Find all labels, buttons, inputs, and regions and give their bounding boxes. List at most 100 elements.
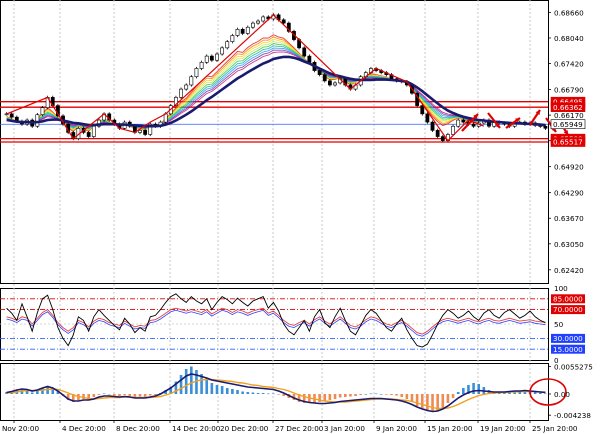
candle-body <box>425 113 430 123</box>
candle-body <box>143 130 148 135</box>
x-tick-label: Nov 20:00 <box>2 424 39 433</box>
macd-histogram-bar <box>205 378 209 394</box>
candle-body <box>40 107 45 115</box>
macd-histogram-bar <box>323 394 327 401</box>
x-tick-label: 9 Jan 20:00 <box>376 424 417 433</box>
candle-body <box>420 105 425 115</box>
osc-tick-label: 100 <box>554 284 568 293</box>
macd-histogram-bar <box>179 375 183 394</box>
candle-body <box>240 28 245 34</box>
y-tick-label: 0.63670 <box>554 214 584 223</box>
macd-histogram-bar <box>385 394 388 395</box>
y-tick-label: 0.68040 <box>554 34 584 43</box>
x-tick-label: 4 Dec 20:00 <box>62 424 106 433</box>
candle-body <box>86 132 91 137</box>
price-label-text: 0.65949 <box>553 120 583 129</box>
macd-histogram-bar <box>343 394 347 397</box>
macd-histogram-bar <box>374 393 378 395</box>
oscillator-panel <box>0 293 548 350</box>
candle-body <box>245 26 250 34</box>
candle-body <box>543 125 548 129</box>
macd-histogram-bar <box>118 394 121 396</box>
candle-body <box>451 125 455 135</box>
y-tick-label: 0.66790 <box>554 86 584 95</box>
macd-histogram-bar <box>128 394 132 396</box>
macd-histogram-bar <box>241 391 244 394</box>
candle-body <box>225 41 230 49</box>
macd-histogram-bar <box>138 394 142 397</box>
candle-body <box>35 114 40 127</box>
y-tick-label: 0.66170 <box>554 111 584 120</box>
macd-histogram-bar <box>456 392 460 394</box>
macd-histogram-bar <box>277 394 280 395</box>
candle-body <box>230 35 235 42</box>
macd-histogram-bar <box>210 383 214 394</box>
x-tick-label: 19 Jan 20:00 <box>480 424 526 433</box>
candle-body <box>461 119 466 123</box>
macd-tick-label: -0.004238 <box>554 411 591 420</box>
candle-body <box>179 88 183 98</box>
macd-histogram-bar <box>113 394 116 396</box>
macd-histogram-bar <box>379 394 383 395</box>
macd-histogram-bar <box>415 394 419 406</box>
macd-histogram-bar <box>148 394 152 396</box>
macd-histogram-bar <box>107 394 111 395</box>
candle-body <box>184 84 189 90</box>
macd-histogram-bar <box>405 394 409 399</box>
macd-histogram-bar <box>539 393 542 394</box>
trading-chart: 0.68660 0.68040 0.67420 0.66790 0.66170 0.655… <box>0 0 593 433</box>
macd-histogram-bar <box>231 389 234 394</box>
macd-histogram-bar <box>390 394 393 395</box>
candle-body <box>235 28 240 36</box>
macd-histogram-bar <box>359 394 362 395</box>
candle-body <box>440 136 445 141</box>
macd-panel <box>5 366 567 413</box>
candle-body <box>251 22 255 28</box>
x-tick-label: 15 Jan 20:00 <box>427 424 473 433</box>
macd-histogram-bar <box>477 384 481 394</box>
osc-level-label: 85.0000 <box>553 294 583 303</box>
candle-body <box>333 82 337 86</box>
macd-histogram-bar <box>36 391 39 394</box>
macd-histogram-bar <box>472 383 475 394</box>
stochastic-line <box>6 293 546 348</box>
macd-histogram-bar <box>395 394 398 396</box>
macd-histogram-bar <box>369 393 373 395</box>
macd-histogram-bar <box>215 385 219 394</box>
y-tick-label: 0.63050 <box>554 240 584 249</box>
macd-histogram-bar <box>420 394 424 409</box>
macd-histogram-bar <box>354 394 357 396</box>
candle-body <box>302 47 307 57</box>
macd-histogram-bar <box>102 393 106 395</box>
candle-body <box>430 121 435 131</box>
macd-histogram-bar <box>272 393 275 395</box>
macd-histogram-bar <box>364 394 368 395</box>
macd-histogram-bar <box>251 392 255 394</box>
candle-body <box>189 76 194 86</box>
macd-histogram-bar <box>225 388 229 394</box>
macd-histogram-bar <box>426 394 429 411</box>
price-label-text: 0.66362 <box>553 103 583 112</box>
candle-body <box>456 119 461 127</box>
price-panel <box>0 13 569 143</box>
macd-histogram-bar <box>236 390 239 394</box>
panel-frame <box>0 363 549 421</box>
candle-body <box>317 70 322 75</box>
macd-histogram-bar <box>92 394 96 397</box>
candle-body <box>215 53 219 61</box>
candle-body <box>307 55 312 63</box>
y-tick-label: 0.68660 <box>554 8 584 17</box>
macd-histogram-bar <box>220 386 224 394</box>
osc-level-label: 70.0000 <box>553 305 583 314</box>
macd-histogram-bar <box>143 394 147 397</box>
y-tick-label: 0.67420 <box>554 60 584 69</box>
candle-body <box>209 55 214 61</box>
macd-histogram-bar <box>431 394 434 412</box>
x-tick-label: 20 Dec 20:00 <box>220 424 269 433</box>
y-tick-label: 0.64920 <box>554 163 584 172</box>
macd-histogram-bar <box>333 394 337 399</box>
x-tick-label: 27 Dec 20:00 <box>275 424 324 433</box>
macd-histogram-bar <box>338 394 342 398</box>
macd-histogram-bar <box>133 394 137 397</box>
macd-histogram-bar <box>190 366 193 394</box>
